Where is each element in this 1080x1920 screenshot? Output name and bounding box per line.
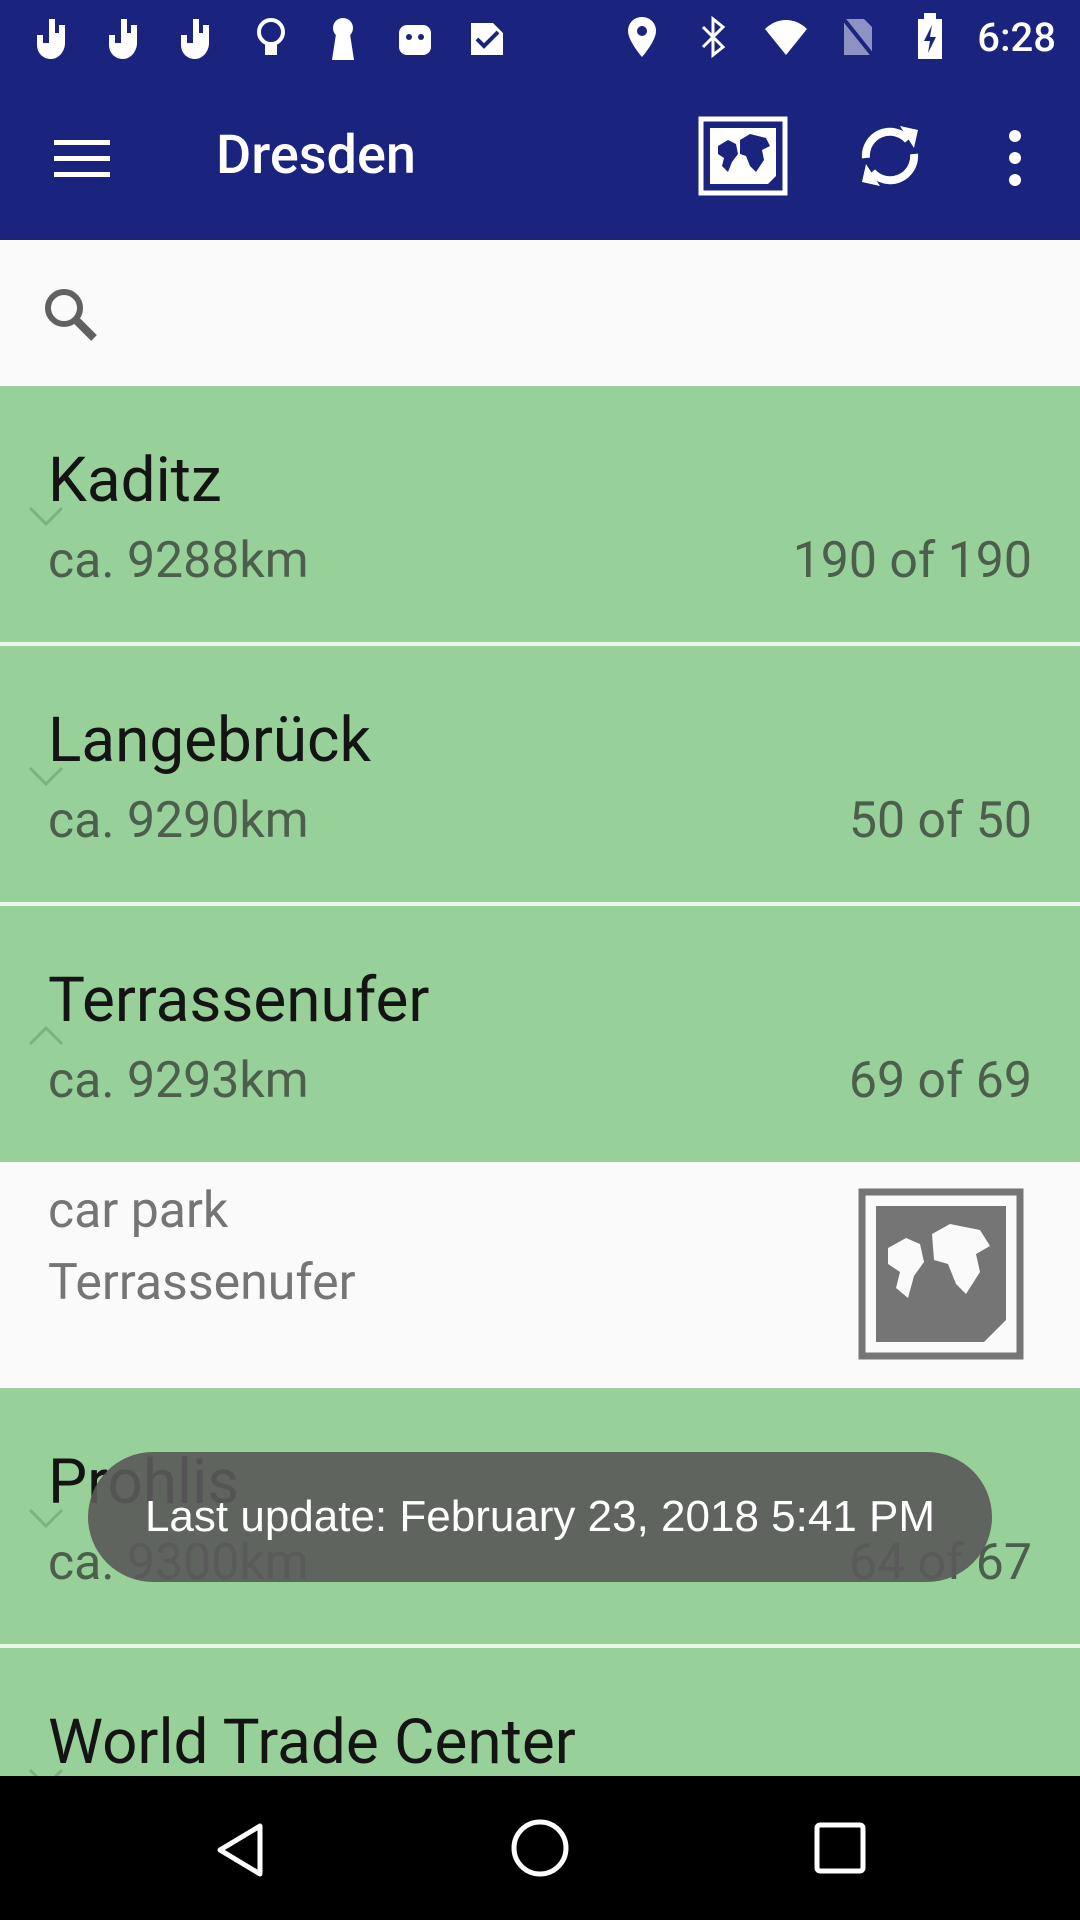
android-icon	[390, 14, 440, 64]
bluetooth-icon	[689, 12, 739, 62]
menu-icon[interactable]	[52, 128, 112, 188]
search-input[interactable]	[120, 278, 1024, 350]
clock: 6:28	[977, 13, 1056, 61]
lightbulb-icon	[246, 14, 296, 64]
hand-icon	[174, 14, 224, 64]
group-name: Terrassenufer	[48, 964, 430, 1037]
group-name: Kaditz	[48, 444, 222, 517]
list-item[interactable]: car park Terrassenufer	[0, 1162, 1080, 1388]
group-kaditz[interactable]: Kaditz ca. 9288km 190 of 190	[0, 386, 1080, 646]
group-distance: ca. 9288km	[48, 532, 309, 590]
back-icon[interactable]	[210, 1820, 270, 1880]
hand-icon	[30, 14, 80, 64]
toast-message: Last update: February 23, 2018 5:41 PM	[88, 1452, 992, 1582]
group-langebrueck[interactable]: Langebrück ca. 9290km 50 of 50	[0, 646, 1080, 906]
recent-apps-icon[interactable]	[812, 1820, 868, 1876]
group-name: World Trade Center	[48, 1706, 576, 1779]
more-vert-icon[interactable]	[990, 122, 1040, 194]
map-icon[interactable]	[858, 1188, 1024, 1360]
wifi-icon	[761, 12, 811, 62]
group-distance: ca. 9290km	[48, 792, 309, 850]
system-icons: 6:28	[617, 12, 1056, 62]
battery-icon	[905, 12, 955, 62]
group-count: 50 of 50	[848, 792, 1032, 850]
status-bar: 6:28	[0, 0, 1080, 76]
page-title: Dresden	[216, 124, 416, 187]
child-type: car park	[48, 1182, 229, 1240]
home-icon[interactable]	[508, 1816, 572, 1880]
location-icon	[617, 12, 667, 62]
group-count: 190 of 190	[792, 532, 1032, 590]
hand-icon	[102, 14, 152, 64]
map-icon[interactable]	[698, 116, 788, 196]
no-sim-icon	[833, 12, 883, 62]
group-name: Langebrück	[48, 704, 371, 777]
group-distance: ca. 9293km	[48, 1052, 309, 1110]
check-icon	[462, 14, 512, 64]
child-name: Terrassenufer	[48, 1254, 356, 1312]
navigation-bar	[0, 1776, 1080, 1920]
keyhole-icon	[318, 14, 368, 64]
notification-icons	[30, 14, 512, 64]
location-list: Kaditz ca. 9288km 190 of 190 Langebrück …	[0, 386, 1080, 1908]
search-bar	[0, 240, 1080, 386]
search-icon[interactable]	[40, 284, 102, 346]
app-bar: Dresden	[0, 76, 1080, 240]
group-count: 69 of 69	[848, 1052, 1032, 1110]
refresh-icon[interactable]	[852, 118, 928, 194]
group-terrassenufer[interactable]: Terrassenufer ca. 9293km 69 of 69	[0, 906, 1080, 1162]
